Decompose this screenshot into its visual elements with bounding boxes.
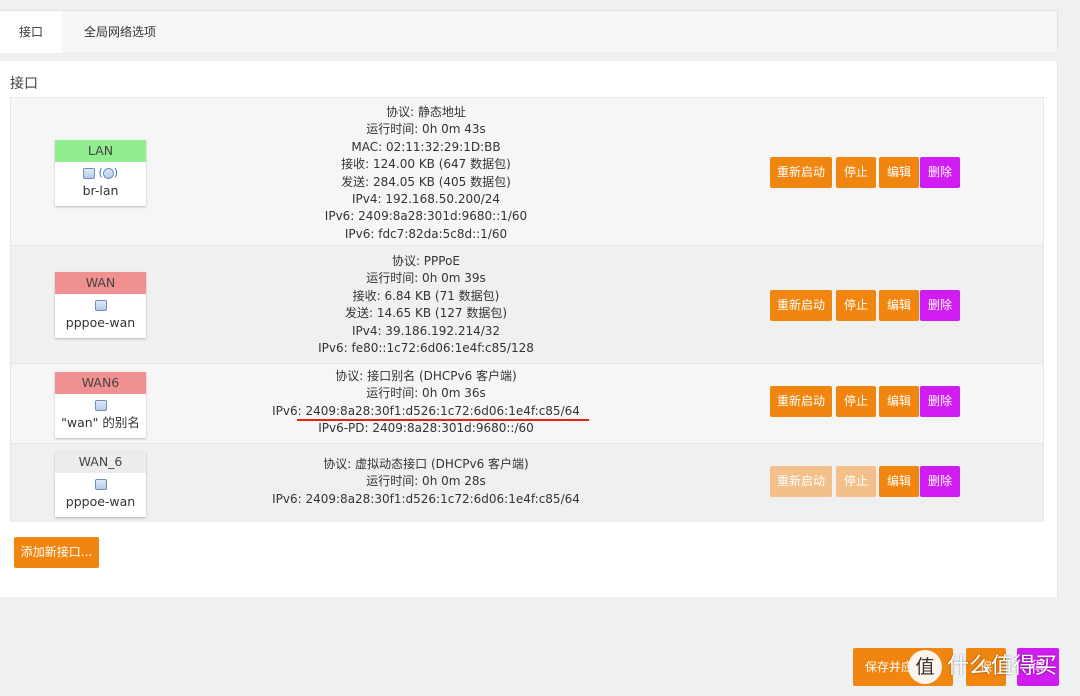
info-line: 运行时间: 0h 0m 43s: [366, 122, 486, 137]
info-line: IPv6: fdc7:82da:5c8d::1/60: [344, 226, 508, 241]
info-line: IPv6: 2409:8a28:301d:9680::1/60: [324, 209, 528, 224]
stop-button: 停止: [836, 466, 876, 497]
interface-icons: (): [55, 164, 146, 182]
info-line: 接收: 6.84 KB (71 数据包): [352, 288, 500, 303]
info-line: 运行时间: 0h 0m 39s: [366, 271, 486, 286]
tab-bar: 接口 全局网络选项: [0, 10, 1058, 53]
info-line: IPv4: 39.186.192.214/32: [351, 323, 501, 338]
delete-button[interactable]: 删除: [920, 466, 960, 497]
watermark-text: 什么值得买: [947, 654, 1058, 679]
interface-device: pppoe-wan: [65, 494, 136, 509]
interface-info: 协议: PPPoE 运行时间: 0h 0m 39s 接收: 6.84 KB (7…: [161, 253, 691, 357]
interfaces-panel: 接口 LAN () br-lan 协议: 静态地址 运行时间: 0h 0m 43…: [0, 61, 1058, 597]
edit-button[interactable]: 编辑: [879, 386, 919, 417]
interface-info: 协议: 接口别名 (DHCPv6 客户端) 运行时间: 0h 0m 36s IP…: [161, 368, 691, 438]
interface-name: WAN6: [55, 372, 146, 394]
info-line: 协议: PPPoE: [391, 254, 461, 268]
interface-row-wan-6: WAN_6 pppoe-wan 协议: 虚拟动态接口 (DHCPv6 客户端) …: [11, 444, 1043, 522]
interface-badge-wan6: WAN6 "wan" 的别名: [55, 372, 146, 438]
interface-icons: [55, 296, 146, 314]
edit-button[interactable]: 编辑: [879, 157, 919, 188]
info-line: 发送: 14.65 KB (127 数据包): [344, 306, 508, 321]
tab-global-network-options[interactable]: 全局网络选项: [66, 11, 174, 53]
edit-button[interactable]: 编辑: [879, 466, 919, 497]
info-line: 发送: 284.05 KB (405 数据包): [341, 174, 511, 189]
restart-button[interactable]: 重新启动: [770, 157, 832, 188]
tab-interfaces[interactable]: 接口: [0, 11, 62, 53]
stop-button[interactable]: 停止: [836, 290, 876, 321]
restart-button: 重新启动: [770, 466, 832, 497]
interface-row-wan: WAN pppoe-wan 协议: PPPoE 运行时间: 0h 0m 39s …: [11, 246, 1043, 364]
info-line: 接收: 124.00 KB (647 数据包): [341, 157, 511, 172]
interface-badge-wan-6: WAN_6 pppoe-wan: [55, 451, 146, 517]
top-strip: [0, 0, 1080, 10]
interface-name: WAN_6: [55, 451, 146, 473]
bridge-icon: [82, 167, 95, 179]
alias-icon: [94, 399, 107, 411]
stop-button[interactable]: 停止: [836, 386, 876, 417]
restart-button[interactable]: 重新启动: [770, 386, 832, 417]
info-line: IPv4: 192.168.50.200/24: [351, 192, 501, 207]
tunnel-icon: [94, 478, 107, 490]
interface-info: 协议: 静态地址 运行时间: 0h 0m 43s MAC: 02:11:32:2…: [161, 104, 691, 243]
info-line: IPv6: 2409:8a28:30f1:d526:1c72:6d06:1e4f…: [272, 403, 580, 418]
info-line: IPv6-PD: 2409:8a28:301d:9680::/60: [318, 421, 534, 436]
interface-device: "wan" 的别名: [61, 415, 140, 430]
interface-icons: [55, 475, 146, 493]
info-line: IPv6: 2409:8a28:30f1:d526:1c72:6d06:1e4f…: [272, 491, 580, 506]
interface-name: WAN: [55, 272, 146, 294]
ethernet-icon: [102, 167, 114, 179]
interface-name: LAN: [55, 140, 146, 162]
add-interface-button[interactable]: 添加新接口...: [14, 537, 99, 568]
delete-button[interactable]: 删除: [920, 290, 960, 321]
info-line: 运行时间: 0h 0m 28s: [366, 474, 486, 489]
interface-row-wan6: WAN6 "wan" 的别名 协议: 接口别名 (DHCPv6 客户端) 运行时…: [11, 364, 1043, 444]
stop-button[interactable]: 停止: [836, 157, 876, 188]
info-line: IPv6: fe80::1c72:6d06:1e4f:c85/128: [318, 341, 534, 356]
interface-device: pppoe-wan: [65, 315, 136, 330]
interface-badge-wan: WAN pppoe-wan: [55, 272, 146, 338]
interface-badge-lan: LAN () br-lan: [55, 140, 146, 206]
interface-info: 协议: 虚拟动态接口 (DHCPv6 客户端) 运行时间: 0h 0m 28s …: [161, 456, 691, 508]
delete-button[interactable]: 删除: [920, 386, 960, 417]
interface-device: br-lan: [82, 183, 119, 198]
info-line: 协议: 接口别名 (DHCPv6 客户端): [335, 369, 517, 383]
tunnel-icon: [94, 299, 107, 311]
info-line: 运行时间: 0h 0m 36s: [366, 386, 486, 401]
delete-button[interactable]: 删除: [920, 157, 960, 188]
info-line: 协议: 虚拟动态接口 (DHCPv6 客户端): [323, 457, 529, 471]
info-line: MAC: 02:11:32:29:1D:BB: [351, 139, 501, 154]
info-line: 协议: 静态地址: [386, 105, 466, 119]
restart-button[interactable]: 重新启动: [770, 290, 832, 321]
red-annotation-underline: [297, 419, 589, 421]
interfaces-table: LAN () br-lan 协议: 静态地址 运行时间: 0h 0m 43s M…: [10, 97, 1044, 522]
section-title: 接口: [10, 76, 38, 92]
interface-icons: [55, 396, 146, 414]
edit-button[interactable]: 编辑: [879, 290, 919, 321]
watermark-logo: 值: [908, 650, 942, 684]
interface-row-lan: LAN () br-lan 协议: 静态地址 运行时间: 0h 0m 43s M…: [11, 98, 1043, 246]
